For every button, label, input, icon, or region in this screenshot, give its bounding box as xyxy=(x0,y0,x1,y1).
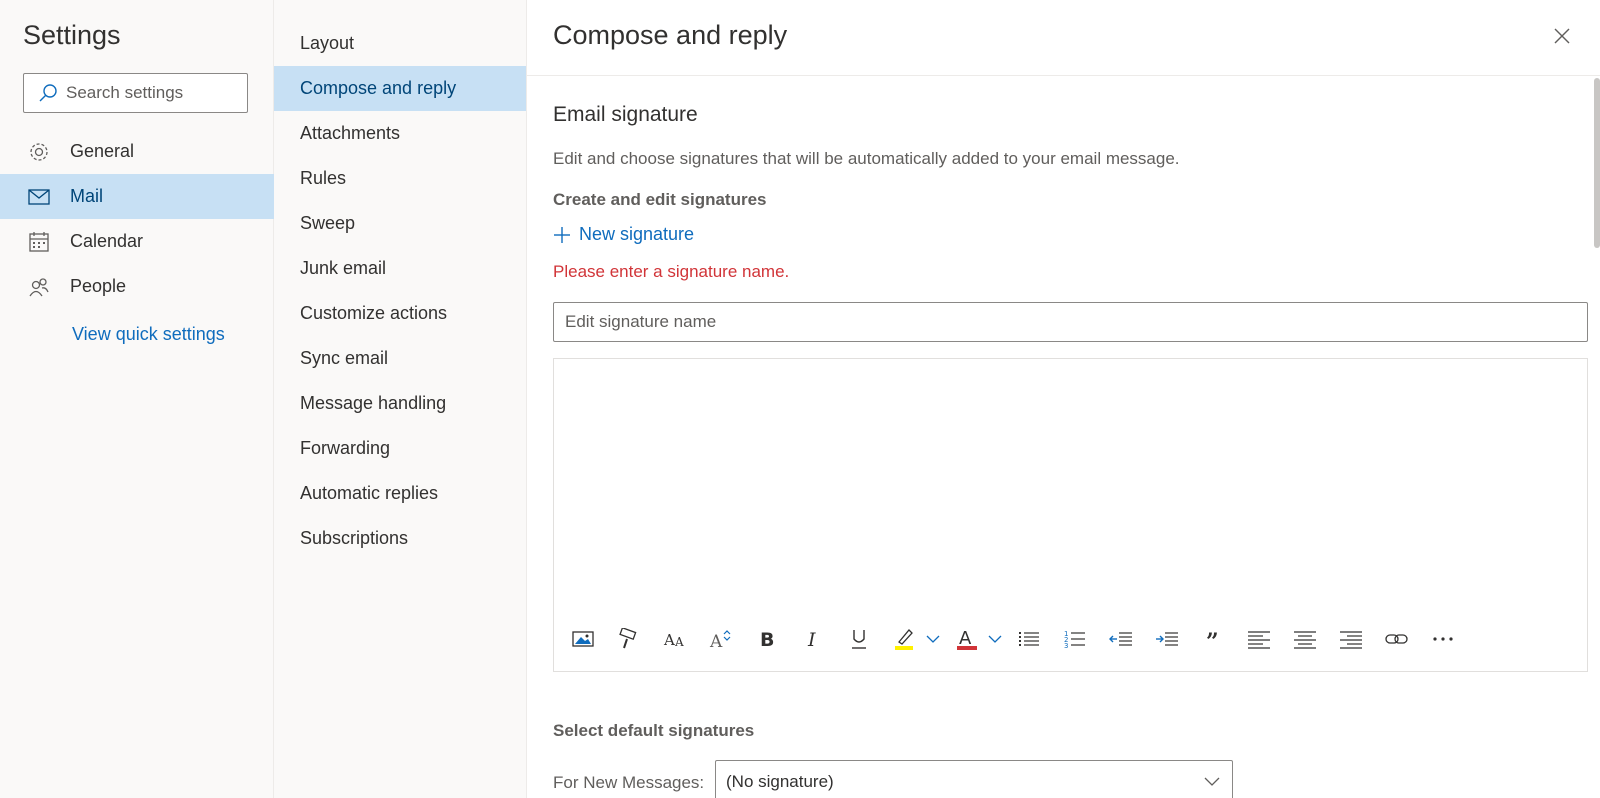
category-calendar[interactable]: Calendar xyxy=(0,219,274,264)
font-color-icon[interactable]: A xyxy=(952,624,982,654)
category-general[interactable]: General xyxy=(0,129,274,174)
bullets-icon[interactable] xyxy=(1014,624,1044,654)
section-layout[interactable]: Layout xyxy=(274,21,526,66)
for-new-messages-label: For New Messages: xyxy=(553,773,705,792)
people-icon xyxy=(28,276,50,298)
underline-icon[interactable] xyxy=(844,624,874,654)
section-customize-actions[interactable]: Customize actions xyxy=(274,291,526,336)
new-signature-label: New signature xyxy=(579,224,695,244)
svg-text:A: A xyxy=(709,632,723,650)
category-label: General xyxy=(70,141,135,161)
mail-icon xyxy=(28,186,50,208)
for-new-messages-value: (No signature) xyxy=(726,772,834,791)
section-forwarding[interactable]: Forwarding xyxy=(274,426,526,471)
email-signature-heading: Email signature xyxy=(553,103,698,126)
mail-sections-pane: Layout Compose and reply Attachments Rul… xyxy=(274,0,527,798)
error-message: Please enter a signature name. xyxy=(553,262,790,281)
quote-icon[interactable]: ” xyxy=(1198,624,1228,654)
panel-header: Compose and reply xyxy=(527,0,1600,76)
search-placeholder: Search settings xyxy=(66,83,184,102)
default-signatures-heading: Select default signatures xyxy=(553,721,755,740)
svg-text:A: A xyxy=(959,628,972,649)
search-icon xyxy=(39,84,57,102)
plus-icon xyxy=(554,226,570,243)
section-compose-and-reply[interactable]: Compose and reply xyxy=(274,66,526,111)
format-painter-icon[interactable] xyxy=(614,624,644,654)
decrease-indent-icon[interactable] xyxy=(1106,624,1136,654)
highlight-dropdown-icon[interactable] xyxy=(924,624,942,654)
category-mail[interactable]: Mail xyxy=(0,174,274,219)
bold-icon[interactable]: B xyxy=(752,624,782,654)
gear-icon xyxy=(28,141,50,163)
signature-name-input[interactable]: Edit signature name xyxy=(553,302,1588,342)
view-quick-settings-link[interactable]: View quick settings xyxy=(72,324,225,345)
create-signatures-heading: Create and edit signatures xyxy=(553,190,767,209)
settings-pane: Settings Search settings General Mail Ca… xyxy=(0,0,274,798)
new-signature-button[interactable]: New signature xyxy=(553,224,694,245)
align-center-icon[interactable] xyxy=(1290,624,1320,654)
section-message-handling[interactable]: Message handling xyxy=(274,381,526,426)
svg-text:I: I xyxy=(807,629,816,650)
section-subscriptions[interactable]: Subscriptions xyxy=(274,516,526,561)
insert-picture-icon[interactable] xyxy=(568,624,598,654)
scrollbar[interactable] xyxy=(1594,78,1600,248)
signature-name-placeholder: Edit signature name xyxy=(565,312,717,331)
formatting-toolbar: AA A B I A 1 2 3 ” xyxy=(568,621,1474,657)
compose-and-reply-panel: Compose and reply Email signature Edit a… xyxy=(527,0,1600,798)
svg-text:A: A xyxy=(674,635,684,649)
more-options-icon[interactable] xyxy=(1428,624,1458,654)
svg-text:A: A xyxy=(663,631,675,649)
highlight-icon[interactable] xyxy=(890,624,920,654)
align-right-icon[interactable] xyxy=(1336,624,1366,654)
search-settings-input[interactable]: Search settings xyxy=(23,73,248,113)
svg-text:”: ” xyxy=(1206,629,1219,649)
font-icon[interactable]: AA xyxy=(660,624,690,654)
italic-icon[interactable]: I xyxy=(798,624,828,654)
section-sweep[interactable]: Sweep xyxy=(274,201,526,246)
settings-title: Settings xyxy=(23,20,121,50)
calendar-icon xyxy=(28,231,50,253)
category-people[interactable]: People xyxy=(0,264,274,309)
signature-description: Edit and choose signatures that will be … xyxy=(553,149,1180,168)
section-rules[interactable]: Rules xyxy=(274,156,526,201)
for-new-messages-select[interactable]: (No signature) xyxy=(715,760,1233,798)
section-automatic-replies[interactable]: Automatic replies xyxy=(274,471,526,516)
category-label: Calendar xyxy=(70,231,144,251)
close-icon[interactable] xyxy=(1552,26,1572,46)
link-icon[interactable] xyxy=(1382,624,1412,654)
category-label: People xyxy=(70,276,127,296)
section-sync-email[interactable]: Sync email xyxy=(274,336,526,381)
panel-title: Compose and reply xyxy=(553,20,788,50)
numbering-icon[interactable]: 123 xyxy=(1060,624,1090,654)
align-left-icon[interactable] xyxy=(1244,624,1274,654)
svg-text:B: B xyxy=(760,629,774,650)
font-size-icon[interactable]: A xyxy=(706,624,736,654)
chevron-down-icon xyxy=(1204,777,1220,786)
svg-text:3: 3 xyxy=(1064,642,1068,649)
font-color-dropdown-icon[interactable] xyxy=(986,624,1004,654)
category-label: Mail xyxy=(70,186,104,206)
section-attachments[interactable]: Attachments xyxy=(274,111,526,156)
signature-editor[interactable]: AA A B I A 1 2 3 ” xyxy=(553,358,1588,672)
increase-indent-icon[interactable] xyxy=(1152,624,1182,654)
section-junk-email[interactable]: Junk email xyxy=(274,246,526,291)
